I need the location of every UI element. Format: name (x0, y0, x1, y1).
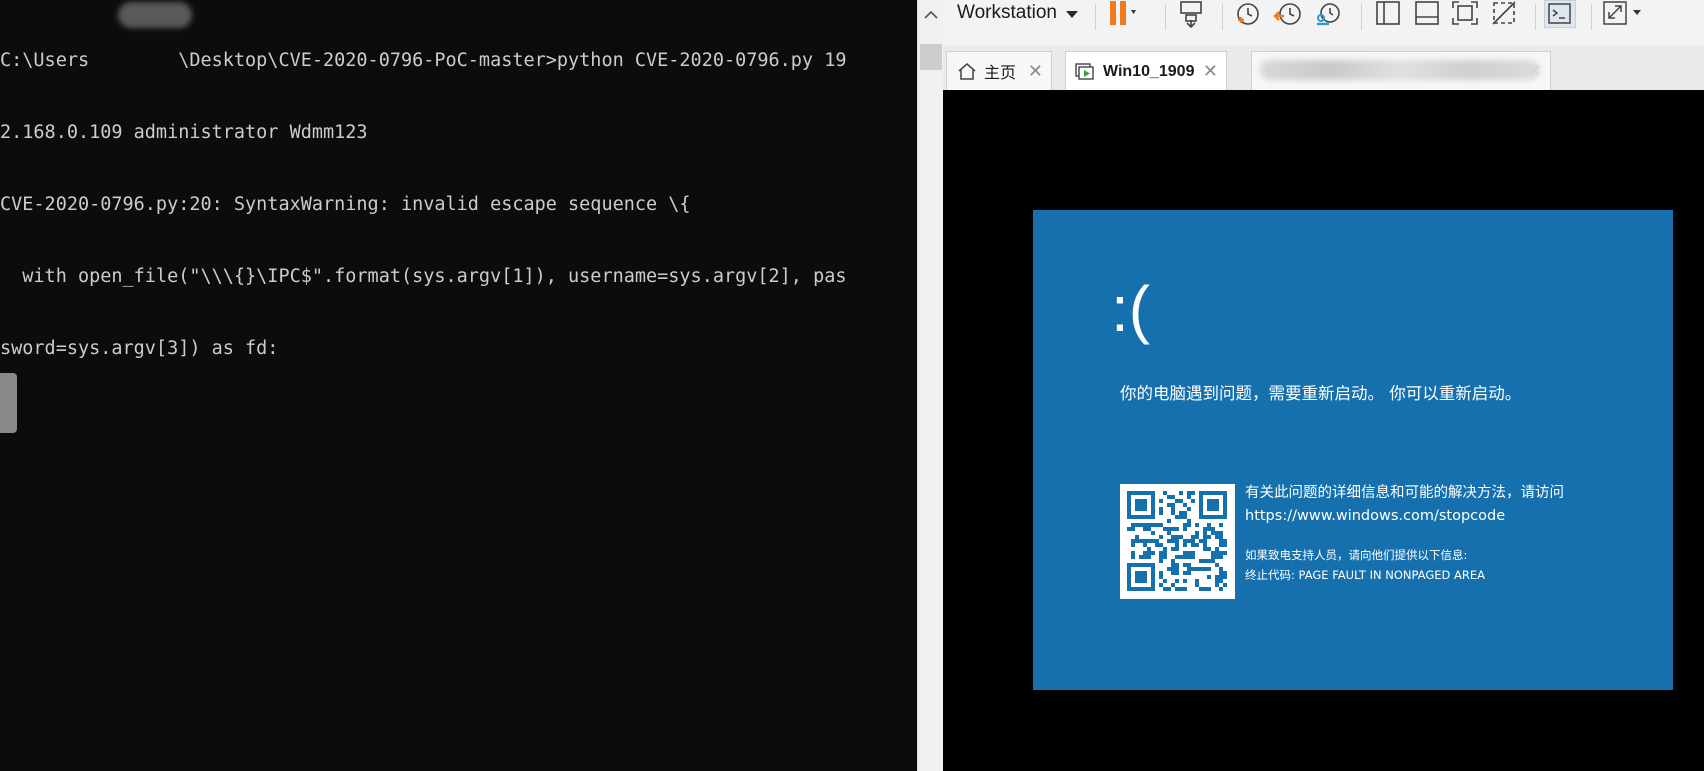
vmware-workstation-window: Workstation 主页 ✕ Win10_1909 ✕ ✕:(你的电脑遇… (943, 0, 1704, 771)
vm-running-icon (1074, 62, 1096, 82)
stop-code: 终止代码: PAGE FAULT IN NONPAGED AREA (1245, 568, 1486, 582)
tab-label: Win10_1909 (1103, 62, 1195, 80)
terminal-line: C:\Users \Desktop\CVE-2020-0796-PoC-mast… (0, 50, 847, 71)
console-icon[interactable] (1544, 0, 1576, 28)
tab-label: 主页 (984, 65, 1017, 82)
chevron-down-icon (1065, 10, 1078, 18)
workstation-label: Workstation (957, 2, 1057, 23)
close-icon[interactable]: ✕ (1203, 61, 1218, 82)
library-view-icon[interactable] (1373, 0, 1405, 28)
unity-icon[interactable] (1489, 0, 1521, 28)
stretch-icon[interactable] (1601, 0, 1645, 28)
bsod-support-info: 如果致电支持人员，请向他们提供以下信息: 终止代码: PAGE FAULT IN… (1245, 545, 1485, 585)
stopcode-url: https://www.windows.com/stopcode (1245, 508, 1506, 524)
snapshot-manager-icon[interactable] (1313, 0, 1345, 28)
command-prompt-window[interactable]: C:\Users \Desktop\CVE-2020-0796-PoC-mast… (0, 0, 917, 771)
close-icon[interactable]: ✕ (1028, 61, 1043, 82)
qr-code-icon (1120, 484, 1235, 599)
revert-snapshot-icon[interactable] (1273, 0, 1305, 28)
support-line: 如果致电支持人员，请向他们提供以下信息: (1245, 548, 1468, 562)
terminal-line: CVE-2020-0796.py:20: SyntaxWarning: inva… (0, 194, 691, 215)
tab-win10-1909[interactable]: Win10_1909 ✕ (1065, 51, 1227, 91)
scroll-up-arrow-icon[interactable] (918, 2, 944, 28)
toolbar-divider (1095, 4, 1096, 30)
redacted-username (118, 2, 192, 28)
terminal-line: with open_file("\\\{}\IPC$".format(sys.a… (0, 266, 847, 287)
terminal-line: sword=sys.argv[3]) as fd: (0, 338, 279, 359)
home-icon (957, 62, 977, 80)
redacted-tab-label (1260, 60, 1540, 80)
terminal-scrollbar[interactable] (917, 0, 944, 771)
send-ctrl-alt-del-icon[interactable] (1176, 0, 1208, 29)
toolbar-divider (1591, 4, 1592, 30)
fullscreen-icon[interactable] (1450, 0, 1482, 28)
vmware-toolbar: Workstation (943, 0, 1704, 46)
info-line: 有关此问题的详细信息和可能的解决方法，请访问 (1245, 485, 1564, 501)
sad-face: :( (1111, 273, 1151, 345)
desktop: C:\Users \Desktop\CVE-2020-0796-PoC-mast… (0, 0, 1704, 771)
pause-icon[interactable] (1107, 0, 1139, 28)
workstation-menu-button[interactable]: Workstation (957, 0, 1078, 26)
vm-console-screen[interactable]: :( 你的电脑遇到问题，需要重新启动。 你可以重新启动。 有关此问题的详细信息和… (943, 90, 1704, 771)
toolbar-divider (1535, 4, 1536, 30)
vm-tab-strip: 主页 ✕ Win10_1909 ✕ ✕ (943, 45, 1704, 91)
bsod-message: 你的电脑遇到问题，需要重新启动。 你可以重新启动。 (1120, 384, 1522, 403)
snapshot-icon[interactable] (1233, 0, 1265, 28)
toolbar-divider (1222, 4, 1223, 30)
toolbar-divider (1165, 4, 1166, 30)
toolbar-divider (1361, 4, 1362, 30)
bsod-info: 有关此问题的详细信息和可能的解决方法，请访问 https://www.windo… (1245, 482, 1564, 528)
scrollbar-thumb[interactable] (920, 44, 942, 70)
terminal-output: C:\Users \Desktop\CVE-2020-0796-PoC-mast… (0, 1, 912, 409)
close-icon[interactable]: ✕ (1527, 61, 1542, 82)
blue-screen: :( 你的电脑遇到问题，需要重新启动。 你可以重新启动。 有关此问题的详细信息和… (1033, 210, 1673, 690)
side-drag-handle[interactable] (0, 373, 17, 433)
tab-redacted-vm[interactable]: ✕ (1251, 51, 1551, 90)
thumbnail-view-icon[interactable] (1412, 0, 1444, 28)
terminal-line: 2.168.0.109 administrator Wdmm123 (0, 122, 368, 143)
tab-home[interactable]: 主页 ✕ (946, 51, 1052, 90)
